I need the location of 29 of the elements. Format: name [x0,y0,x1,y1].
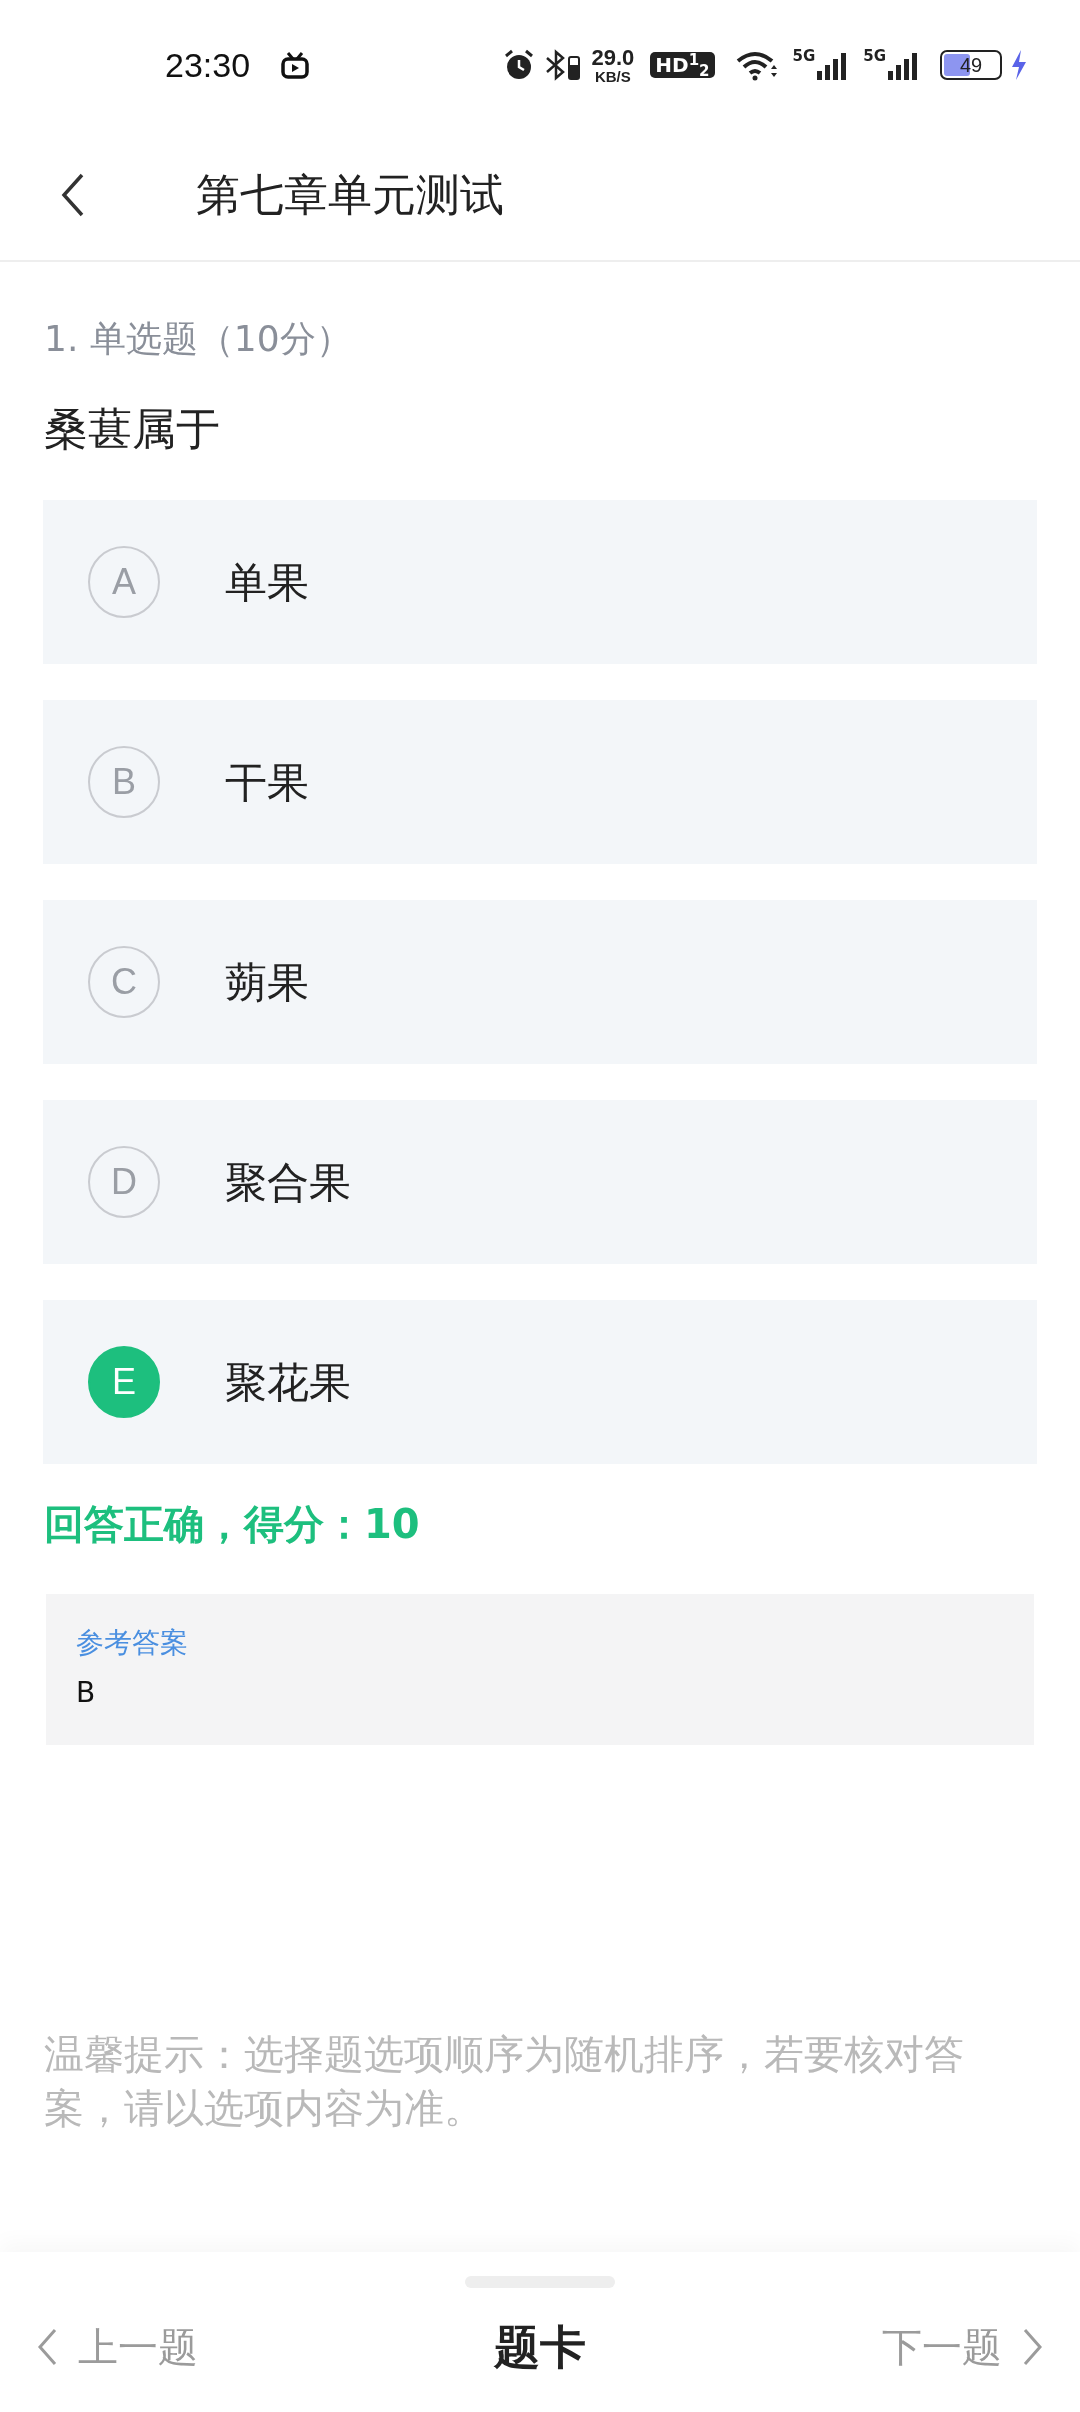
question-type: 1. 单选题（10分） [44,317,353,361]
alarm-icon [503,49,536,81]
option-letter: E [88,1346,160,1418]
network-speed: 29.0 [591,46,635,69]
page-title: 第七章单元测试 [196,168,504,222]
wifi-icon [734,49,779,81]
reference-label: 参考答案 [76,1625,189,1661]
answer-option[interactable]: B 干果 [43,700,1037,864]
network-label: 5G [792,49,816,64]
question-card-button[interactable]: 题卡 [488,2311,592,2383]
option-letter: C [88,946,160,1018]
answer-option[interactable]: A 单果 [43,500,1037,664]
tip-text: 温馨提示：选择题选项顺序为随机排序，若要核对答案，请以选项内容为准。 [44,2030,965,2133]
battery-percent: 49 [958,53,984,78]
answer-option[interactable]: E 聚花果 [43,1300,1037,1464]
chevron-right-icon [1022,2327,1044,2367]
question-text: 桑葚属于 [44,402,221,456]
result-message: 回答正确，得分：10 [44,1500,421,1549]
option-letter: B [88,746,160,818]
option-letter: A [88,546,160,618]
reference-answer: B [76,1675,97,1711]
status-time: 23:30 [165,44,251,86]
network-label: 5G [863,49,886,64]
tv-icon [280,50,311,80]
answer-option[interactable]: D 聚合果 [43,1100,1037,1264]
speed-unit: KB/S [594,68,631,84]
option-letter: D [88,1146,160,1218]
chevron-left-icon [36,2327,58,2367]
answer-option[interactable]: C 蒴果 [43,900,1037,1064]
